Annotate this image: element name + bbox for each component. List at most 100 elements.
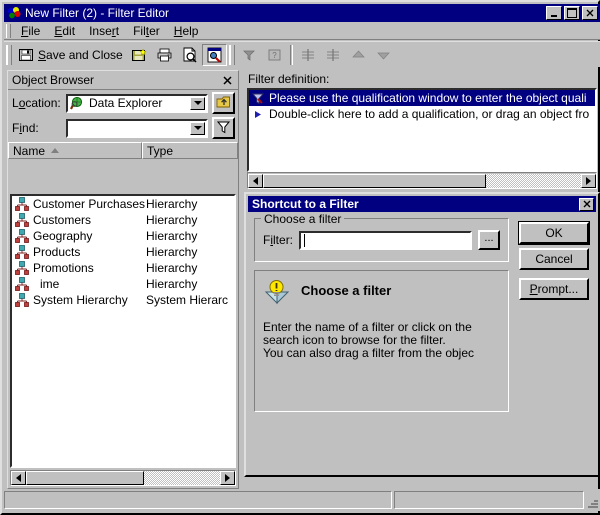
list-item[interactable]: Customer Purchases Hierarchy	[12, 196, 234, 212]
list-item-type: Hierarchy	[146, 261, 198, 275]
filter-definition-row-text: Please use the qualification window to e…	[269, 91, 587, 105]
menu-edit[interactable]: Edit	[47, 23, 82, 39]
menu-help[interactable]: Help	[167, 23, 206, 39]
menu-bar: FFileile Edit Insert Filter Help	[4, 22, 600, 40]
insert-qualification-2-button[interactable]	[321, 44, 346, 66]
toolbar-grip-2[interactable]	[228, 44, 235, 65]
menu-insert[interactable]: Insert	[82, 23, 126, 39]
location-label: Location:	[12, 96, 61, 110]
scroll-left-button[interactable]	[11, 471, 26, 485]
hscroll-track[interactable]	[26, 471, 220, 485]
arrow-down-icon	[375, 47, 392, 63]
find-combo[interactable]	[66, 118, 208, 138]
qualification-icon	[300, 47, 317, 63]
arrow-left-icon	[16, 474, 21, 482]
browse-filter-label: ...	[484, 232, 494, 244]
prompt-button[interactable]: Prompt...	[519, 278, 589, 300]
funnel-icon	[216, 120, 231, 137]
filter-editor-window: New Filter (2) - Filter Editor FFileile …	[0, 0, 600, 515]
printer-icon	[156, 47, 173, 63]
menu-file[interactable]: FFileile	[14, 23, 47, 39]
filter-definition-row[interactable]: Double-click here to add a qualification…	[249, 106, 595, 122]
print-preview-button[interactable]	[177, 44, 202, 66]
find-button[interactable]	[201, 43, 227, 66]
maximize-button[interactable]	[564, 6, 580, 20]
text-caret	[304, 233, 306, 247]
save-and-close-button[interactable]: Save and Close	[14, 44, 127, 66]
column-header-name[interactable]: Name	[8, 142, 142, 159]
list-item-name: Customer Purchases	[33, 197, 146, 211]
ok-button-label: OK	[545, 226, 563, 240]
arrow-right-icon	[586, 176, 591, 185]
filter-definition-hscrollbar[interactable]	[247, 172, 597, 189]
list-item-type: System Hierarc	[146, 293, 229, 307]
object-list-hscrollbar[interactable]	[10, 470, 236, 486]
list-item-name: Geography	[33, 229, 93, 243]
close-button[interactable]	[582, 6, 598, 20]
print-button[interactable]	[152, 44, 177, 66]
insert-qualification-button[interactable]	[296, 44, 321, 66]
list-item-type: Hierarchy	[146, 229, 198, 243]
apply-filter-button[interactable]	[212, 117, 235, 139]
scroll-right-button[interactable]	[220, 471, 235, 485]
fdef-hscroll-track[interactable]	[263, 173, 581, 188]
cancel-button[interactable]: Cancel	[519, 248, 589, 270]
ok-button[interactable]: OK	[518, 221, 590, 245]
location-value: Data Explorer	[89, 96, 163, 110]
find-label: Find:	[12, 121, 39, 135]
floppy-disk-star-icon	[131, 47, 148, 63]
filter-field-label: Filter:	[263, 233, 294, 247]
list-item[interactable]: ime Hierarchy	[12, 276, 234, 292]
location-combo[interactable]: Data Explorer	[66, 93, 208, 113]
minimize-button[interactable]	[546, 6, 562, 20]
dialog-title-bar: Shortcut to a Filter	[248, 196, 596, 212]
filter-definition-list[interactable]: Please use the qualification window to e…	[247, 88, 597, 172]
browse-filter-button[interactable]: ...	[478, 230, 500, 250]
column-header-type[interactable]: Type	[142, 142, 238, 159]
up-one-level-button[interactable]	[212, 92, 235, 114]
find-chevron-down-icon[interactable]	[190, 121, 205, 135]
choose-filter-legend: Choose a filter	[261, 212, 345, 226]
insert-prompt-button[interactable]: ?	[262, 44, 287, 66]
dialog-close-button[interactable]	[579, 197, 594, 211]
save-as-button[interactable]	[127, 44, 152, 66]
title-bar: New Filter (2) - Filter Editor	[4, 4, 600, 22]
filter-icon	[251, 92, 265, 105]
data-explorer-icon	[70, 96, 86, 111]
object-browser-close-icon[interactable]	[220, 73, 235, 88]
move-up-button[interactable]	[346, 44, 371, 66]
list-item[interactable]: Promotions Hierarchy	[12, 260, 234, 276]
window-search-icon	[206, 47, 223, 63]
arrow-up-icon	[350, 47, 367, 63]
blue-triangle-bullet-icon	[251, 108, 265, 121]
filter-definition-row-text: Double-click here to add a qualification…	[269, 107, 590, 121]
column-header-name-label: Name	[13, 143, 46, 158]
move-down-button[interactable]	[371, 44, 396, 66]
hscroll-thumb[interactable]	[26, 471, 145, 485]
status-bar	[4, 489, 600, 511]
filter-definition-row[interactable]: Please use the qualification window to e…	[249, 90, 595, 106]
resize-grip[interactable]	[586, 496, 600, 510]
toolbar-grip[interactable]	[6, 44, 12, 65]
filter-input[interactable]	[299, 230, 472, 250]
document-magnifier-icon	[181, 47, 198, 63]
menu-filter[interactable]: Filter	[126, 23, 167, 39]
sort-ascending-icon	[51, 148, 60, 153]
list-item[interactable]: Customers Hierarchy	[12, 212, 234, 228]
object-list[interactable]: Customer Purchases Hierarchy Customers H…	[10, 194, 236, 468]
list-item-type: Hierarchy	[146, 277, 198, 291]
arrow-right-icon	[225, 474, 230, 482]
fdef-hscroll-thumb[interactable]	[263, 173, 486, 188]
location-row: Location: Data Explorer	[8, 90, 238, 115]
fdef-scroll-right-button[interactable]	[581, 173, 596, 188]
location-chevron-down-icon[interactable]	[190, 96, 205, 110]
insert-shortcut-filter-button[interactable]	[237, 44, 262, 66]
fdef-scroll-left-button[interactable]	[248, 173, 263, 188]
list-item[interactable]: Products Hierarchy	[12, 244, 234, 260]
list-item[interactable]: Geography Hierarchy	[12, 228, 234, 244]
list-item-type: Hierarchy	[146, 213, 198, 227]
menu-grip[interactable]	[6, 23, 11, 38]
list-item[interactable]: System Hierarchy System Hierarc	[12, 292, 234, 308]
choose-filter-groupbox: Choose a filter Filter: ...	[254, 212, 509, 262]
lightbulb-tip-icon	[263, 279, 291, 307]
